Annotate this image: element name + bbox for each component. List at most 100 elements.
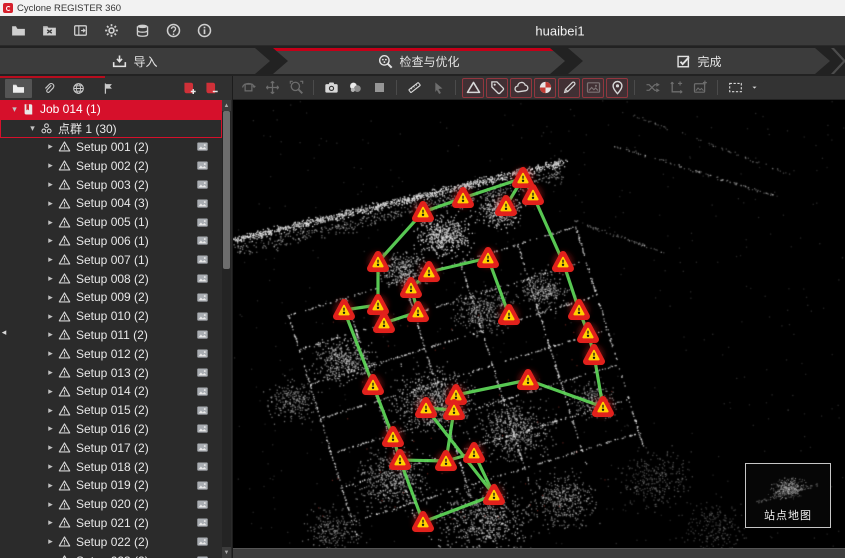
setup-thumbnail-icon[interactable] [195,310,210,323]
workflow-tab-import[interactable]: 导入 [0,48,270,74]
setup-marker[interactable] [497,197,516,216]
expand-arrow-icon[interactable]: ▸ [44,311,57,322]
setup-marker[interactable] [375,314,394,333]
setup-thumbnail-icon[interactable] [195,404,210,417]
setup-marker[interactable] [514,169,533,188]
tree-item-setup[interactable]: ▸Setup 012 (2) [0,344,232,363]
setup-marker[interactable] [414,513,433,532]
tree-item-setup[interactable]: ▸Setup 011 (2) [0,326,232,345]
camera-view-tool[interactable] [320,78,342,98]
expand-arrow-icon[interactable]: ▸ [44,179,57,190]
setup-thumbnail-icon[interactable] [195,535,210,548]
setup-marker[interactable] [485,486,504,505]
setup-thumbnail-icon[interactable] [195,272,210,285]
setup-marker[interactable] [369,296,388,315]
collapse-arrow-icon[interactable]: ▾ [8,104,21,115]
sitemap-viewport[interactable]: 站点地图 [233,100,845,548]
tree-item-setup[interactable]: ▸Setup 008 (2) [0,269,232,288]
setup-marker[interactable] [500,306,519,325]
setup-marker[interactable] [409,303,428,322]
setup-marker[interactable] [579,324,598,343]
setup-marker[interactable] [479,249,498,268]
setup-thumbnail-icon[interactable] [195,366,210,379]
expand-arrow-icon[interactable]: ▸ [44,367,57,378]
setup-marker[interactable] [369,253,388,272]
scroll-down-icon[interactable]: ▼ [222,547,231,558]
setup-thumbnail-icon[interactable] [195,197,210,210]
setup-marker[interactable] [335,301,354,320]
tree-item-setup[interactable]: ▸Setup 016 (2) [0,420,232,439]
color-mode-tool[interactable] [344,78,366,98]
tree-item-setup[interactable]: ▸Setup 023 (2) [0,551,232,558]
setup-marker[interactable] [585,346,604,365]
expand-arrow-icon[interactable]: ▸ [44,198,57,209]
add-bundle-button[interactable] [180,79,198,97]
tree-scrollbar[interactable]: ▲ ▼ [222,100,231,558]
scrollbar-thumb[interactable] [223,111,230,269]
tree-item-job[interactable]: ▾Job 014 (1) [0,100,222,119]
setup-thumbnail-icon[interactable] [195,479,210,492]
draw-link-toggle[interactable] [558,78,580,98]
expand-arrow-icon[interactable]: ▸ [44,480,57,491]
tree-item-setup[interactable]: ▸Setup 003 (2) [0,175,232,194]
tree-item-setup[interactable]: ▸Setup 022 (2) [0,532,232,551]
expand-arrow-icon[interactable]: ▸ [44,348,57,359]
expand-arrow-icon[interactable]: ▸ [44,141,57,152]
marquee-select-tool[interactable] [724,78,746,98]
site-map-overlay[interactable]: 站点地图 [745,463,831,528]
tree-item-setup[interactable]: ▸Setup 006 (1) [0,232,232,251]
setup-marker[interactable] [391,451,410,470]
setup-thumbnail-icon[interactable] [195,554,210,558]
setup-thumbnail-icon[interactable] [195,216,210,229]
expand-arrow-icon[interactable]: ▸ [44,329,57,340]
setup-thumbnail-icon[interactable] [195,460,210,473]
setup-thumbnail-icon[interactable] [195,291,210,304]
setup-marker[interactable] [570,301,589,320]
sidebar-tab-tags[interactable] [95,79,122,98]
about-button[interactable] [193,20,215,42]
setup-marker[interactable] [437,452,456,471]
setup-thumbnail-icon[interactable] [195,347,210,360]
report-panel-button[interactable] [69,20,91,42]
open-project-button[interactable] [7,20,29,42]
expand-arrow-icon[interactable]: ▸ [44,499,57,510]
setup-marker[interactable] [364,376,383,395]
split-view-toggle[interactable] [534,78,556,98]
close-project-button[interactable] [38,20,60,42]
setup-marker[interactable] [594,398,613,417]
link-line[interactable] [423,495,494,522]
sidebar-collapse-arrow-icon[interactable]: ◂ [0,323,8,341]
tree-item-setup[interactable]: ▸Setup 002 (2) [0,156,232,175]
tree-item-setup[interactable]: ▸Setup 014 (2) [0,382,232,401]
marquee-options-caret[interactable] [748,78,760,98]
settings-button[interactable] [100,20,122,42]
setup-marker[interactable] [417,399,436,418]
tree-item-setup[interactable]: ▸Setup 010 (2) [0,307,232,326]
setup-thumbnail-icon[interactable] [195,253,210,266]
sidebar-tab-links[interactable] [35,79,62,98]
expand-arrow-icon[interactable]: ▸ [44,423,57,434]
tree-item-setup[interactable]: ▸Setup 001 (2) [0,138,232,157]
expand-arrow-icon[interactable]: ▸ [44,461,57,472]
link-line[interactable] [533,195,563,262]
expand-arrow-icon[interactable]: ▸ [44,292,57,303]
setup-thumbnail-icon[interactable] [195,498,210,511]
sidebar-tab-project[interactable] [5,79,32,98]
setup-thumbnail-icon[interactable] [195,516,210,529]
setup-marker[interactable] [554,253,573,272]
scroll-up-icon[interactable]: ▲ [222,100,231,111]
expand-arrow-icon[interactable]: ▸ [44,160,57,171]
link-line[interactable] [344,310,373,385]
setup-thumbnail-icon[interactable] [195,385,210,398]
workflow-tab-finish[interactable]: 完成 [568,48,830,74]
show-cloud-toggle[interactable] [510,78,532,98]
show-tags-toggle[interactable] [486,78,508,98]
setup-thumbnail-icon[interactable] [195,422,210,435]
setup-marker[interactable] [384,428,403,447]
setup-marker[interactable] [445,401,464,420]
tree-item-setup[interactable]: ▸Setup 009 (2) [0,288,232,307]
workflow-tab-review-optimize[interactable]: 检查与优化 [273,48,565,74]
tree-item-cluster[interactable]: ▾点群 1 (30) [0,119,222,138]
setup-marker[interactable] [519,371,538,390]
expand-arrow-icon[interactable]: ▸ [44,386,57,397]
